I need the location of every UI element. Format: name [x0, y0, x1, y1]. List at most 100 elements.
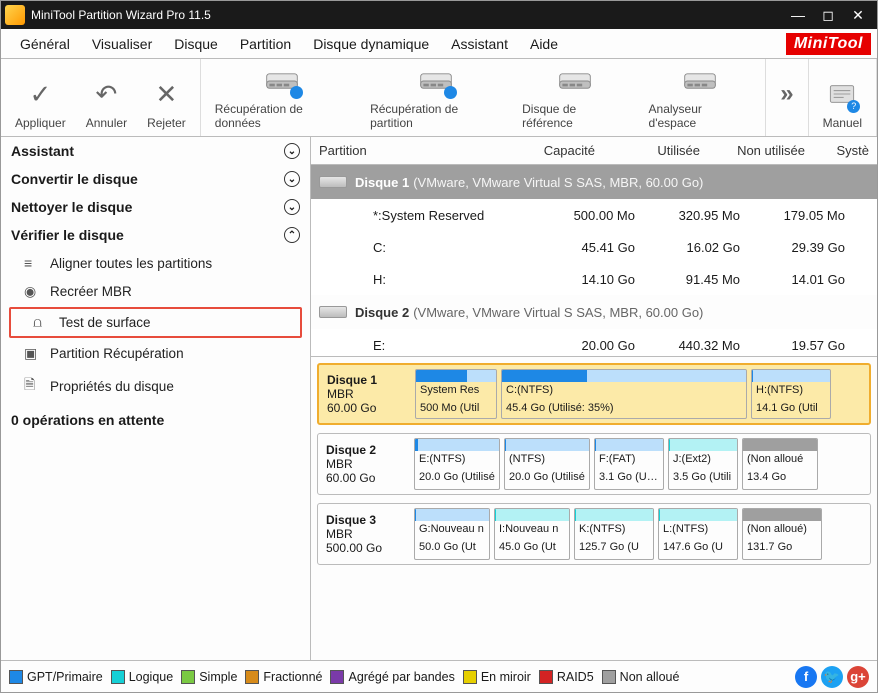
partition-block[interactable]: System Res500 Mo (Util	[415, 369, 497, 419]
legend-swatch	[111, 670, 125, 684]
disk-map-row[interactable]: Disque 1MBR60.00 GoSystem Res500 Mo (Uti…	[317, 363, 871, 425]
toolbar-more-button[interactable]: »	[770, 59, 803, 136]
partition-recovery-button[interactable]: Récupération de partition	[360, 59, 512, 136]
partition-row[interactable]: H:14.10 Go91.45 Mo14.01 Go	[311, 263, 877, 295]
disk-map-row[interactable]: Disque 3MBR500.00 GoG:Nouveau n50.0 Go (…	[317, 503, 871, 565]
sidebar-item-align[interactable]: ≡Aligner toutes les partitions	[1, 249, 310, 277]
legend-footer: GPT/PrimaireLogiqueSimpleFractionnéAgrég…	[1, 660, 877, 692]
partition-block[interactable]: L:(NTFS)147.6 Go (U	[658, 508, 738, 560]
menu-général[interactable]: Général	[9, 36, 81, 52]
legend-swatch	[463, 670, 477, 684]
col-partition[interactable]: Partition	[311, 143, 493, 158]
partition-block[interactable]: H:(NTFS)14.1 Go (Util	[751, 369, 831, 419]
disk-icon	[319, 306, 347, 318]
discard-icon: ✕	[156, 78, 178, 110]
legend-agr-g-par-bandes: Agrégé par bandes	[330, 670, 454, 684]
legend-non-allou-: Non alloué	[602, 670, 680, 684]
menu-disque dynamique[interactable]: Disque dynamique	[302, 36, 440, 52]
data-recovery-button[interactable]: Récupération de données	[205, 59, 360, 136]
disk-props-icon: 🗎	[24, 374, 42, 398]
partition-block[interactable]: I:Nouveau n45.0 Go (Ut	[494, 508, 570, 560]
close-button[interactable]: ✕	[843, 7, 873, 24]
discard-button[interactable]: ✕Rejeter	[137, 59, 196, 136]
content-area: Partition Capacité Utilisée Non utilisée…	[311, 137, 877, 660]
sidebar-group-assistant[interactable]: Assistant⌄	[1, 137, 310, 165]
disk-benchmark-icon	[557, 65, 593, 96]
manual-icon	[827, 78, 857, 110]
undo-button[interactable]: ↶Annuler	[76, 59, 137, 136]
minimize-button[interactable]: —	[783, 7, 813, 23]
social-gp-icon[interactable]: g+	[847, 666, 869, 688]
menu-partition[interactable]: Partition	[229, 36, 302, 52]
sidebar-item-part-recovery[interactable]: ▣Partition Récupération	[1, 339, 310, 368]
partition-block[interactable]: K:(NTFS)125.7 Go (U	[574, 508, 654, 560]
sidebar-group-convertir-le-disque[interactable]: Convertir le disque⌄	[1, 165, 310, 193]
main-area: Assistant⌄Convertir le disque⌄Nettoyer l…	[1, 137, 877, 660]
menu-assistant[interactable]: Assistant	[440, 36, 519, 52]
data-recovery-icon	[264, 65, 300, 96]
disk-map-area[interactable]: Disque 1MBR60.00 GoSystem Res500 Mo (Uti…	[311, 357, 877, 660]
window-title: MiniTool Partition Wizard Pro 11.5	[31, 8, 783, 22]
disk-icon	[319, 176, 347, 188]
manual-button[interactable]: Manuel	[813, 59, 872, 136]
part-recovery-icon: ▣	[24, 345, 42, 362]
disk-header-row[interactable]: Disque 2 (VMware, VMware Virtual S SAS, …	[311, 295, 877, 329]
disk-map-label: Disque 2MBR60.00 Go	[322, 438, 410, 490]
legend-gpt-primaire: GPT/Primaire	[9, 670, 103, 684]
space-analyzer-button[interactable]: Analyseur d'espace	[639, 59, 762, 136]
align-icon: ≡	[24, 255, 42, 271]
col-capacity[interactable]: Capacité	[493, 143, 603, 158]
rebuild-mbr-icon: ◉	[24, 283, 42, 300]
sidebar-group-nettoyer-le-disque[interactable]: Nettoyer le disque⌄	[1, 193, 310, 221]
brand-logo: MiniTool	[786, 33, 871, 55]
partition-block[interactable]: J:(Ext2)3.5 Go (Utili	[668, 438, 738, 490]
toolbar: ✓Appliquer↶Annuler✕Rejeter Récupération …	[1, 59, 877, 137]
legend-swatch	[602, 670, 616, 684]
titlebar: MiniTool Partition Wizard Pro 11.5 — ◻ ✕	[1, 1, 877, 29]
sidebar: Assistant⌄Convertir le disque⌄Nettoyer l…	[1, 137, 311, 660]
menu-disque[interactable]: Disque	[163, 36, 229, 52]
chevron-down-icon: ⌄	[284, 171, 300, 187]
partition-row[interactable]: E:20.00 Go440.32 Mo19.57 Go	[311, 329, 877, 357]
partition-block[interactable]: E:(NTFS)20.0 Go (Utilisé	[414, 438, 500, 490]
partition-block[interactable]: (Non alloué13.4 Go	[742, 438, 818, 490]
col-used[interactable]: Utilisée	[603, 143, 708, 158]
partition-block[interactable]: F:(FAT)3.1 Go (Utilis	[594, 438, 664, 490]
partition-row[interactable]: *:System Reserved500.00 Mo320.95 Mo179.0…	[311, 199, 877, 231]
partition-table-header: Partition Capacité Utilisée Non utilisée…	[311, 137, 877, 165]
space-analyzer-icon	[682, 65, 718, 96]
legend-swatch	[9, 670, 23, 684]
menu-visualiser[interactable]: Visualiser	[81, 36, 163, 52]
maximize-button[interactable]: ◻	[813, 7, 843, 24]
more-icon: »	[780, 78, 793, 110]
partition-block[interactable]: C:(NTFS)45.4 Go (Utilisé: 35%)	[501, 369, 747, 419]
surface-test-icon: ⩍	[33, 314, 51, 331]
sidebar-item-surface-test[interactable]: ⩍Test de surface	[9, 307, 302, 338]
disk-map-row[interactable]: Disque 2MBR60.00 GoE:(NTFS)20.0 Go (Util…	[317, 433, 871, 495]
partition-row[interactable]: C:45.41 Go16.02 Go29.39 Go	[311, 231, 877, 263]
sidebar-item-rebuild-mbr[interactable]: ◉Recréer MBR	[1, 277, 310, 306]
social-tw-icon[interactable]: 🐦	[821, 666, 843, 688]
chevron-up-icon: ⌃	[284, 227, 300, 243]
col-unused[interactable]: Non utilisée	[708, 143, 813, 158]
disk-map-label: Disque 1MBR60.00 Go	[323, 369, 411, 419]
sidebar-group-vérifier-le-disque[interactable]: Vérifier le disque⌃	[1, 221, 310, 249]
manual-label: Manuel	[823, 116, 862, 130]
partition-block[interactable]: (NTFS)20.0 Go (Utilisé	[504, 438, 590, 490]
legend-swatch	[330, 670, 344, 684]
disk-header-row[interactable]: Disque 1 (VMware, VMware Virtual S SAS, …	[311, 165, 877, 199]
menu-aide[interactable]: Aide	[519, 36, 569, 52]
partition-block[interactable]: (Non alloué)131.7 Go	[742, 508, 822, 560]
legend-fractionn-: Fractionné	[245, 670, 322, 684]
partition-block[interactable]: G:Nouveau n50.0 Go (Ut	[414, 508, 490, 560]
apply-button[interactable]: ✓Appliquer	[5, 59, 76, 136]
legend-swatch	[181, 670, 195, 684]
legend-swatch	[245, 670, 259, 684]
sidebar-item-disk-props[interactable]: 🗎Propriétés du disque	[1, 368, 310, 404]
col-system[interactable]: Systè	[813, 143, 877, 158]
partition-list[interactable]: Disque 1 (VMware, VMware Virtual S SAS, …	[311, 165, 877, 357]
pending-operations: 0 opérations en attente	[1, 404, 310, 436]
disk-map-label: Disque 3MBR500.00 Go	[322, 508, 410, 560]
social-fb-icon[interactable]: f	[795, 666, 817, 688]
disk-benchmark-button[interactable]: Disque de référence	[512, 59, 638, 136]
